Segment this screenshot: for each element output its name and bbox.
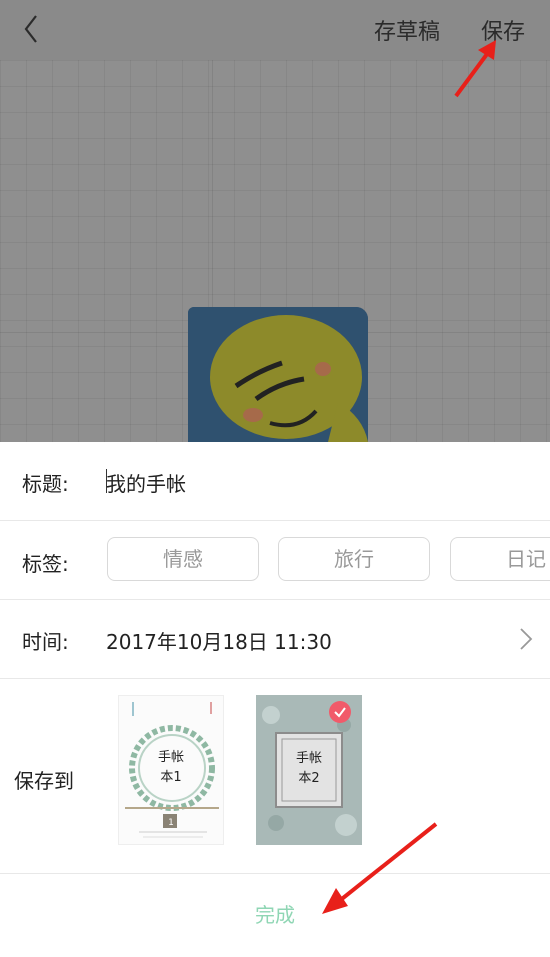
selected-check-icon <box>329 701 351 723</box>
notebook-badge: 1 <box>168 818 174 828</box>
time-row[interactable]: 时间: 2017年10月18日 11:30 <box>0 600 550 679</box>
title-input[interactable]: 我的手帐 <box>106 468 186 497</box>
top-bar: 存草稿 保存 <box>0 0 550 60</box>
save-to-label: 保存到 <box>14 769 74 793</box>
notebook-title: 手帐 <box>157 750 184 765</box>
tag-chip[interactable]: 旅行 <box>278 537 430 581</box>
publish-sheet: 标题: 我的手帐 标签: 情感 旅行 日记 时间: 2017年10月18日 11… <box>0 442 550 941</box>
title-row: 标题: 我的手帐 <box>0 442 550 521</box>
tags-label: 标签: <box>22 552 69 576</box>
tags-row: 标签: 情感 旅行 日记 <box>0 521 550 600</box>
tag-chip[interactable]: 日记 <box>450 537 550 581</box>
notebook-title: 本1 <box>160 770 182 785</box>
time-label: 时间: <box>22 630 69 654</box>
save-draft-button[interactable]: 存草稿 <box>374 14 440 46</box>
notebook-title: 本2 <box>298 771 320 786</box>
save-button[interactable]: 保存 <box>481 14 525 46</box>
notebook-title: 手帐 <box>295 751 322 766</box>
tag-chip[interactable]: 情感 <box>107 537 259 581</box>
journal-canvas[interactable] <box>0 60 550 442</box>
back-arrow-icon[interactable] <box>18 12 46 46</box>
notebook-option[interactable]: 手帐 本1 1 <box>118 695 224 845</box>
chevron-right-icon <box>520 628 533 650</box>
emoji-sticker[interactable] <box>188 307 368 442</box>
smiley-face-icon <box>188 307 368 442</box>
title-label: 标题: <box>22 472 69 496</box>
save-to-row: 保存到 手帐 本1 1 手帐 本2 <box>0 679 550 874</box>
time-value: 2017年10月18日 11:30 <box>106 630 332 654</box>
done-button[interactable]: 完成 <box>0 873 550 941</box>
